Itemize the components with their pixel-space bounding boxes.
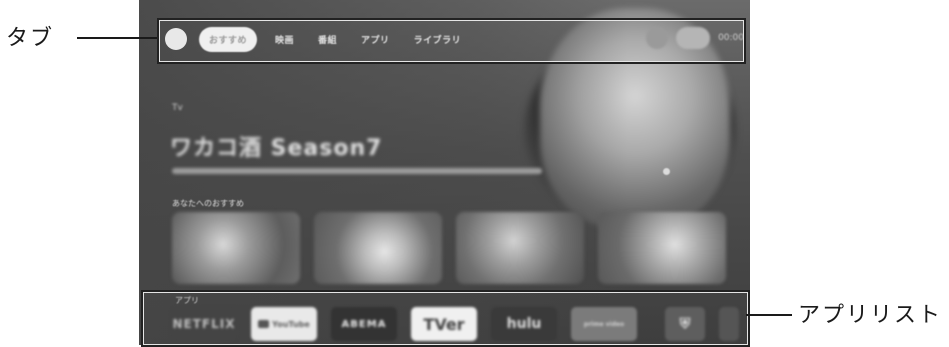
recommend-row xyxy=(172,212,726,284)
recommend-card[interactable] xyxy=(598,212,726,284)
annotation-apps-label: アプリリスト xyxy=(798,303,943,328)
recommend-card[interactable] xyxy=(456,212,584,284)
recommend-row-label: あなたへのおすすめ xyxy=(172,199,244,208)
annotation-apps-leader-line xyxy=(746,314,792,316)
recommend-card[interactable] xyxy=(314,212,442,284)
annotation-tab-leader-line xyxy=(77,37,157,39)
tab-highlight-box xyxy=(157,18,746,64)
hero-provider-label: Tv xyxy=(172,103,183,113)
recommend-card[interactable] xyxy=(172,212,300,284)
annotation-tab-label: タブ xyxy=(6,26,55,51)
hero-description xyxy=(172,168,542,174)
apps-highlight-box xyxy=(141,290,750,347)
hero-title[interactable]: ワカコ酒 Season7 xyxy=(170,130,382,162)
hero-pager-dot xyxy=(663,168,670,175)
